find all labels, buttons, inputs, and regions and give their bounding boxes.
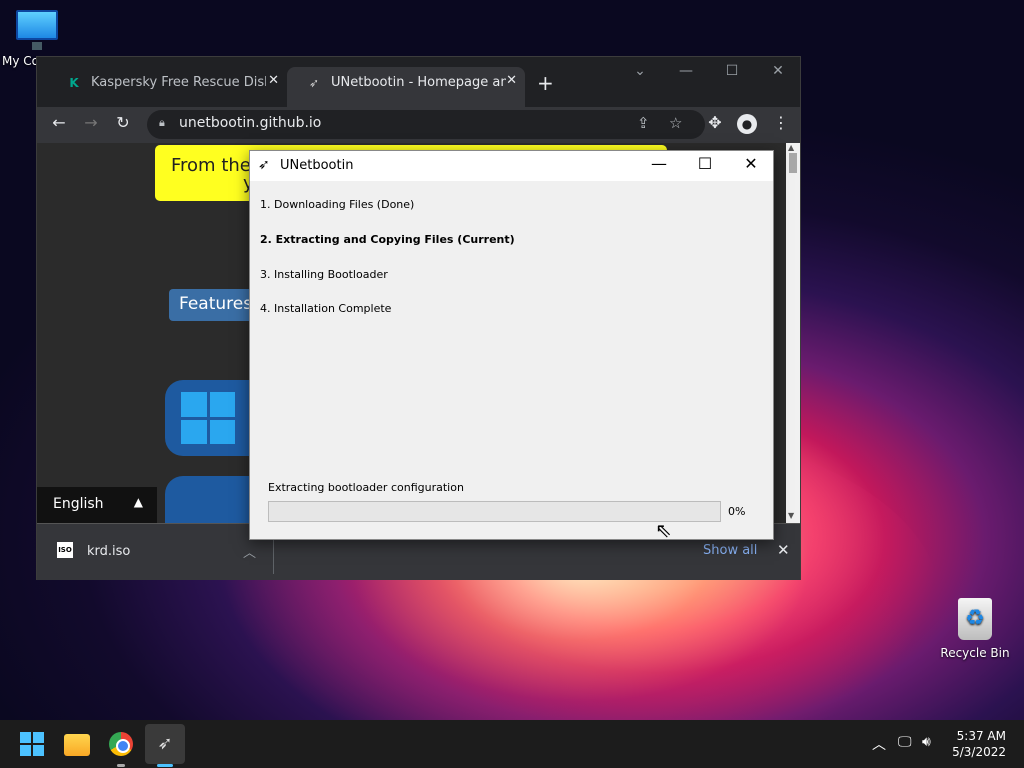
windows-logo-icon xyxy=(181,392,235,444)
profile-avatar[interactable]: ● xyxy=(737,114,757,134)
download-item[interactable]: ISO krd.iso xyxy=(57,542,131,559)
tab-kaspersky[interactable]: K Kaspersky Free Rescue Disk | Kas ✕ xyxy=(47,67,287,99)
tab-search-icon[interactable]: ⌄ xyxy=(617,63,663,79)
reload-icon[interactable]: ↻ xyxy=(111,113,135,132)
forward-icon[interactable]: → xyxy=(79,113,103,132)
clock-date: 5/3/2022 xyxy=(952,745,1006,759)
recycle-bin-icon: ♻ xyxy=(958,598,992,640)
page-scrollbar[interactable]: ▲ ▼ xyxy=(786,143,800,523)
tab-unetbootin[interactable]: ➶ UNetbootin - Homepage and Do ✕ xyxy=(287,67,525,107)
desktop-icon-recycle-bin[interactable]: ♻ Recycle Bin xyxy=(938,598,1012,660)
start-icon[interactable] xyxy=(20,732,44,756)
step-installing-bootloader: 3. Installing Bootloader xyxy=(260,268,388,281)
volume-icon[interactable]: 🔊︎ xyxy=(922,734,931,750)
taskbar: ➶ ︿ 🖵︎ 🔊︎ 5:37 AM 5/3/2022 xyxy=(0,720,1024,768)
unetbootin-icon: ➶ xyxy=(308,76,320,90)
status-text: Extracting bootloader configuration xyxy=(268,481,464,494)
language-label: English xyxy=(53,496,104,512)
bookmark-star-icon[interactable]: ☆ xyxy=(669,114,682,132)
dialog-title: UNetbootin xyxy=(280,158,354,173)
address-bar[interactable]: 🔒︎ unetbootin.github.io ⇪ ☆ xyxy=(147,110,705,139)
tab-title: UNetbootin - Homepage and Do xyxy=(331,75,506,90)
desktop-icon-label: Recycle Bin xyxy=(940,646,1010,660)
language-selector[interactable]: English ▲ xyxy=(37,487,157,523)
dialog-titlebar: ➶ UNetbootin — ☐ ✕ xyxy=(250,151,773,181)
progress-percent: 0% xyxy=(728,505,746,518)
back-icon[interactable]: ← xyxy=(47,113,71,132)
mouse-cursor-icon: ⇖ xyxy=(655,518,672,542)
tab-strip: K Kaspersky Free Rescue Disk | Kas ✕ ➶ U… xyxy=(37,57,800,107)
file-explorer-icon[interactable] xyxy=(64,734,90,756)
show-all-link[interactable]: Show all xyxy=(703,543,757,558)
monitor-icon xyxy=(16,10,58,50)
show-hidden-icons-chevron-icon[interactable]: ︿ xyxy=(872,734,886,754)
step-installation-complete: 4. Installation Complete xyxy=(260,302,392,315)
iso-file-icon: ISO xyxy=(57,542,73,558)
dialog-minimize-button[interactable]: — xyxy=(636,154,682,173)
step-extracting: 2. Extracting and Copying Files (Current… xyxy=(260,233,515,246)
progress-bar xyxy=(268,501,721,522)
clock-time: 5:37 AM xyxy=(956,729,1006,743)
close-window-button[interactable]: ✕ xyxy=(755,63,801,79)
scroll-down-icon[interactable]: ▼ xyxy=(788,511,794,520)
minimize-button[interactable]: — xyxy=(663,63,709,79)
active-indicator xyxy=(157,764,173,767)
tab-title: Kaspersky Free Rescue Disk | Kas xyxy=(91,75,266,90)
unetbootin-dialog: ➶ UNetbootin — ☐ ✕ 1. Downloading Files … xyxy=(249,150,774,540)
new-tab-button[interactable]: + xyxy=(537,71,554,95)
menu-kebab-icon[interactable]: ⋮ xyxy=(769,113,793,132)
scroll-up-icon[interactable]: ▲ xyxy=(788,143,794,152)
extensions-icon[interactable]: ✥ xyxy=(703,113,727,132)
caret-up-icon: ▲ xyxy=(133,495,143,509)
close-tab-icon[interactable]: ✕ xyxy=(506,73,517,88)
url-text: unetbootin.github.io xyxy=(179,115,322,131)
lock-icon: 🔒︎ xyxy=(159,116,165,129)
close-download-bar-icon[interactable]: ✕ xyxy=(777,541,790,559)
browser-toolbar: ← → ↻ 🔒︎ unetbootin.github.io ⇪ ☆ ✥ ● ⋮ xyxy=(37,107,800,143)
download-file-name: krd.iso xyxy=(87,544,131,559)
chrome-icon[interactable] xyxy=(109,732,133,756)
kaspersky-icon: K xyxy=(69,76,79,90)
close-tab-icon[interactable]: ✕ xyxy=(268,73,279,88)
share-icon[interactable]: ⇪ xyxy=(637,114,650,132)
unetbootin-icon: ➶ xyxy=(258,157,270,173)
scrollbar-thumb[interactable] xyxy=(789,153,797,173)
dialog-maximize-button[interactable]: ☐ xyxy=(682,154,728,173)
unetbootin-taskbar-icon[interactable]: ➶ xyxy=(145,724,185,764)
network-icon[interactable]: 🖵︎ xyxy=(898,734,912,750)
dialog-close-button[interactable]: ✕ xyxy=(728,154,774,173)
taskbar-clock[interactable]: 5:37 AM 5/3/2022 xyxy=(946,728,1006,760)
chevron-up-icon[interactable]: ︿ xyxy=(243,542,256,561)
running-indicator xyxy=(117,764,125,767)
step-downloading: 1. Downloading Files (Done) xyxy=(260,198,415,211)
maximize-button[interactable]: ☐ xyxy=(709,63,755,79)
